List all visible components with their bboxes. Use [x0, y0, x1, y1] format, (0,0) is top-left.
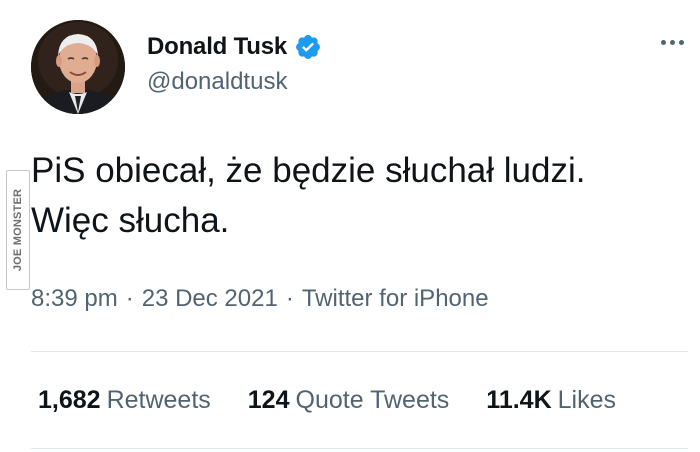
quote-tweets-count: 124 — [247, 386, 290, 414]
likes-label: Likes — [557, 386, 617, 414]
retweets-stat[interactable]: 1,682 Retweets — [38, 386, 211, 415]
watermark-logo: JOE MONSTER — [6, 170, 30, 290]
likes-count: 11.4K — [486, 386, 552, 414]
tweet-metadata: 8:39 pm · 23 Dec 2021 · Twitter for iPho… — [31, 285, 489, 313]
tweet-time[interactable]: 8:39 pm — [31, 285, 118, 313]
display-name[interactable]: Donald Tusk — [147, 33, 287, 61]
retweets-count: 1,682 — [38, 386, 101, 414]
tweet-text: PiS obiecał, że będzie słuchał ludzi. Wi… — [31, 151, 586, 240]
engagement-stats: 1,682 Retweets 124 Quote Tweets 11.4K Li… — [38, 386, 616, 415]
divider — [31, 351, 688, 352]
divider — [31, 448, 688, 449]
tweet-card: Donald Tusk @donaldtusk JOE MONSTER PiS … — [0, 0, 700, 452]
quote-tweets-stat[interactable]: 124 Quote Tweets — [248, 386, 450, 415]
likes-stat[interactable]: 11.4K Likes — [486, 386, 616, 415]
meta-separator: · — [125, 285, 134, 312]
dot — [661, 40, 666, 45]
meta-separator: · — [285, 285, 294, 312]
handle[interactable]: @donaldtusk — [147, 68, 322, 96]
name-row: Donald Tusk — [147, 30, 322, 64]
dot — [679, 40, 684, 45]
tweet-source[interactable]: Twitter for iPhone — [302, 285, 489, 313]
more-options-icon[interactable] — [661, 34, 684, 51]
tweet-date[interactable]: 23 Dec 2021 — [142, 285, 278, 313]
verified-badge-icon — [296, 35, 320, 59]
watermark-text: JOE MONSTER — [12, 188, 24, 272]
quote-tweets-label: Quote Tweets — [295, 386, 450, 414]
dot — [670, 40, 675, 45]
avatar[interactable] — [31, 20, 125, 114]
profile-photo-icon — [31, 20, 125, 114]
author-block: Donald Tusk @donaldtusk — [147, 30, 322, 96]
retweets-label: Retweets — [106, 386, 211, 414]
